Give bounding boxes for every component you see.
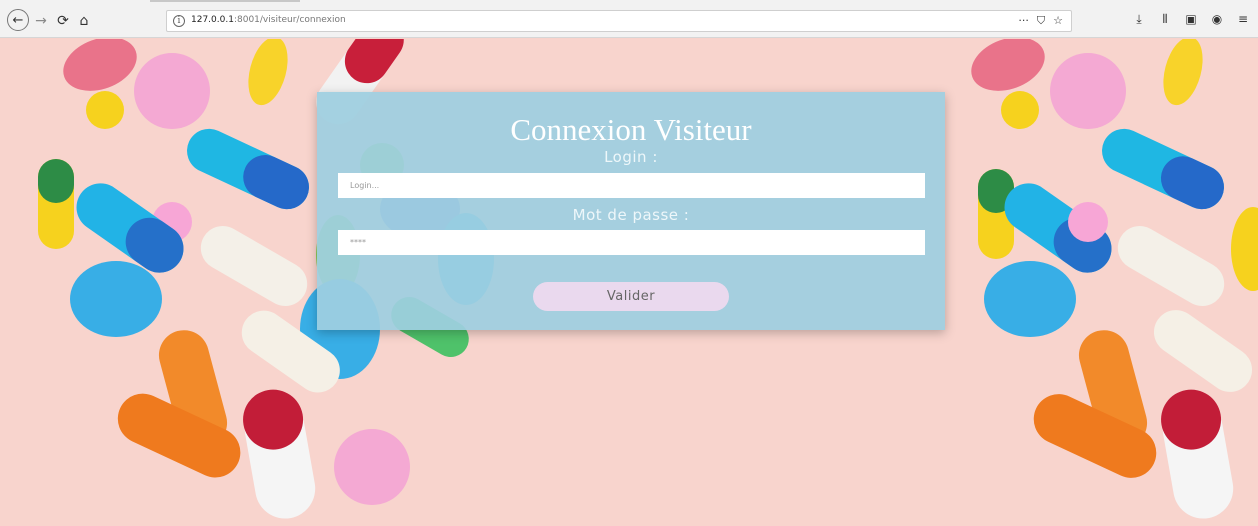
pills-background-right	[971, 39, 1258, 519]
page-title: Connexion Visiteur	[510, 112, 752, 147]
address-bar[interactable]: i 127.0.0.1:8001/visiteur/connexion ··· …	[166, 10, 1072, 32]
pocket-icon[interactable]: ⛉	[1037, 14, 1045, 28]
submit-button[interactable]: Valider	[533, 282, 729, 311]
login-panel: Connexion Visiteur Login : Login... Mot …	[317, 92, 945, 330]
toolbar-right: ⤓ ⫴ ▣ ◉ ≡	[1132, 12, 1250, 27]
library-icon[interactable]: ⫴	[1158, 12, 1172, 26]
bookmark-star-icon[interactable]: ☆	[1053, 14, 1063, 28]
back-icon[interactable]: ←	[7, 9, 29, 31]
account-icon[interactable]: ◉	[1210, 12, 1224, 26]
reload-icon[interactable]: ⟳	[54, 11, 72, 31]
site-info-icon[interactable]: i	[173, 15, 185, 27]
url-host: 127.0.0.1	[191, 15, 234, 25]
password-input[interactable]: ****	[338, 230, 925, 255]
login-input[interactable]: Login...	[338, 173, 925, 198]
home-icon[interactable]: ⌂	[75, 11, 93, 31]
url-path: :8001/visiteur/connexion	[233, 15, 346, 25]
menu-icon[interactable]: ≡	[1236, 12, 1250, 26]
login-label: Login :	[604, 148, 658, 166]
active-tab-indicator	[150, 0, 300, 9]
url-text[interactable]: 127.0.0.1:8001/visiteur/connexion	[191, 15, 346, 25]
forward-icon[interactable]: →	[32, 11, 50, 31]
download-icon[interactable]: ⤓	[1132, 12, 1146, 26]
sidebar-icon[interactable]: ▣	[1184, 12, 1198, 26]
browser-toolbar: ← → ⟳ ⌂ i 127.0.0.1:8001/visiteur/connex…	[0, 0, 1258, 38]
page-viewport: Connexion Visiteur Login : Login... Mot …	[0, 39, 1258, 526]
password-label: Mot de passe :	[572, 206, 690, 224]
url-actions: ··· ⛉ ☆	[1018, 14, 1063, 28]
page-actions-icon[interactable]: ···	[1018, 14, 1029, 28]
